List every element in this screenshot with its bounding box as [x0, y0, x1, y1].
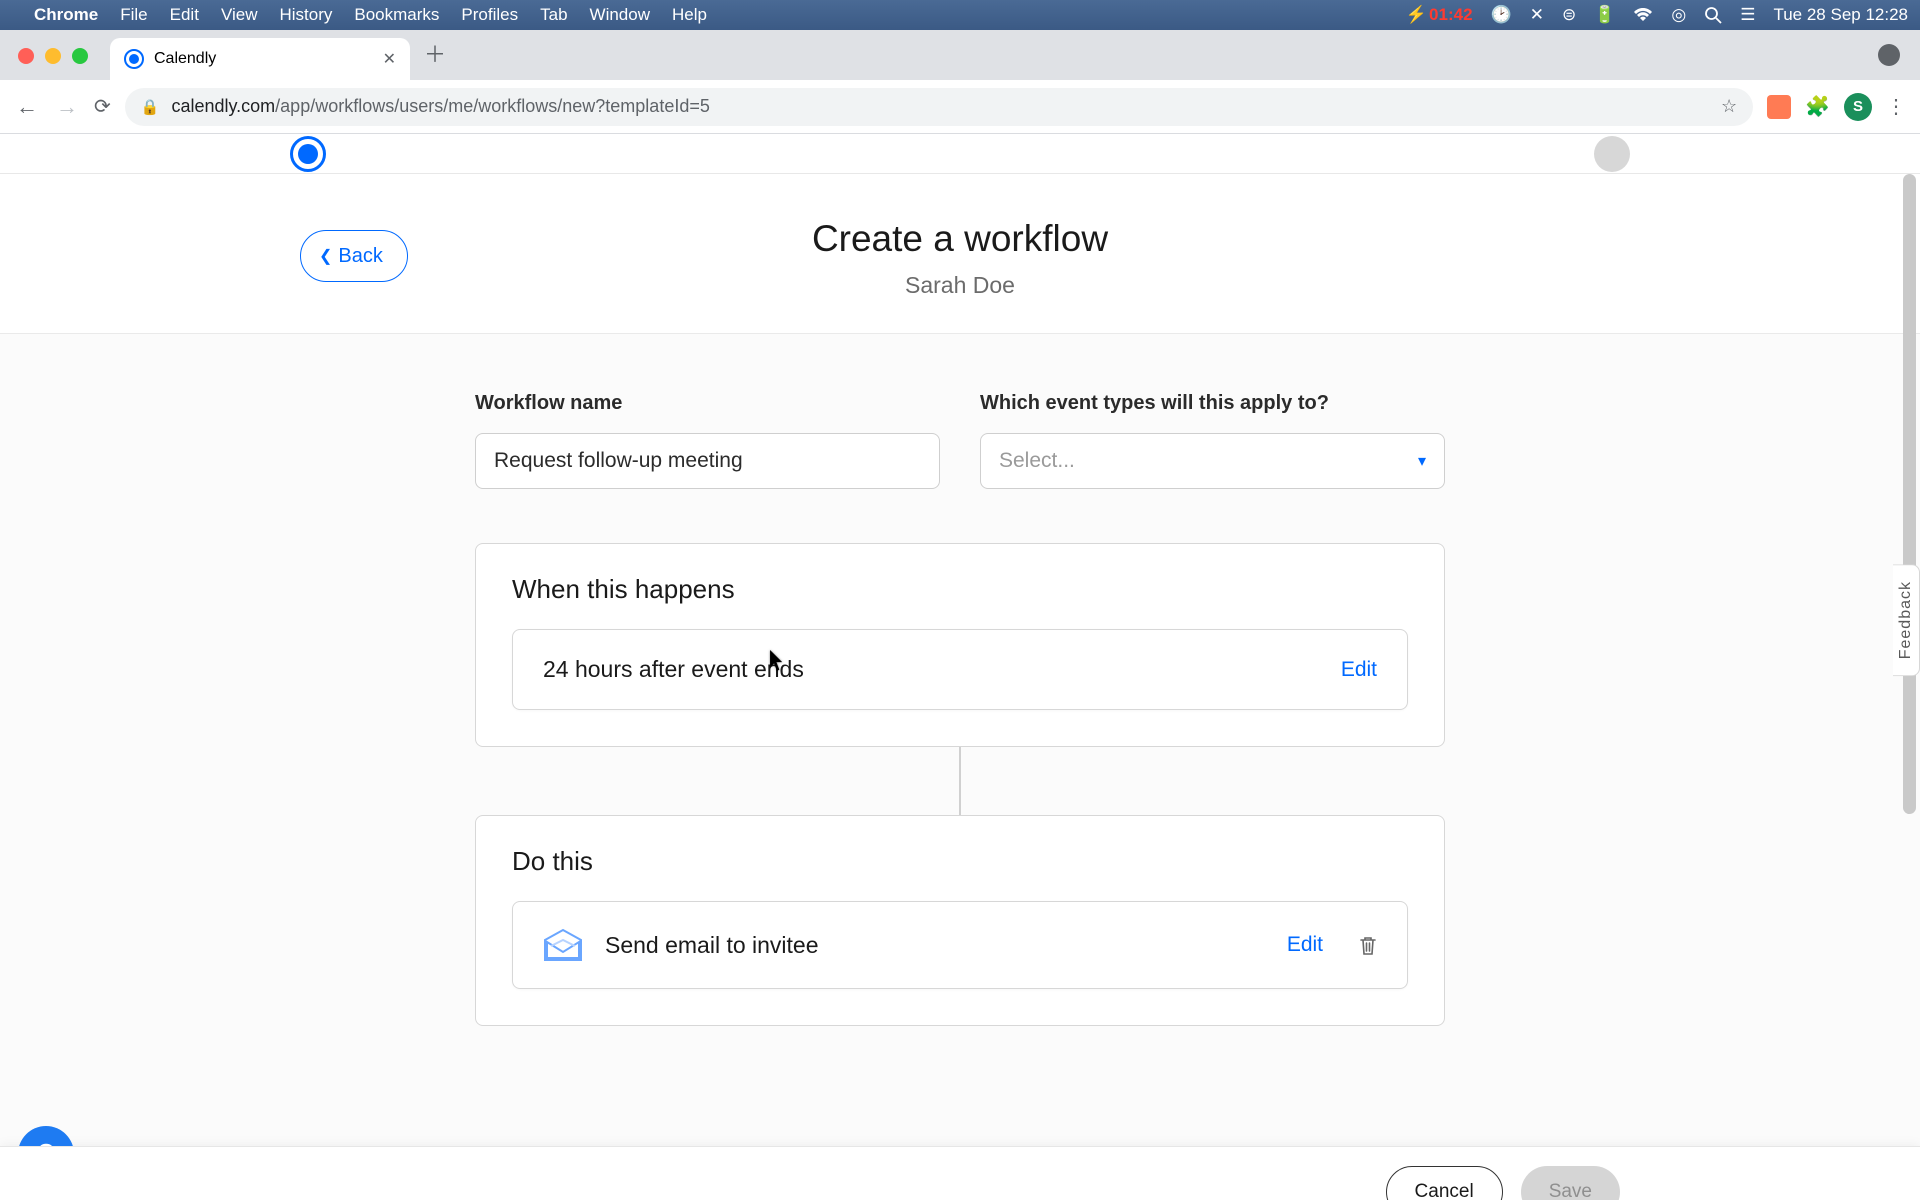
menu-help[interactable]: Help	[672, 5, 707, 25]
select-placeholder: Select...	[999, 449, 1075, 473]
browser-tabstrip: Calendly ✕ ＋	[0, 30, 1920, 80]
menu-window[interactable]: Window	[590, 5, 650, 25]
footer-action-bar: Cancel Save	[0, 1146, 1920, 1200]
action-edit-button[interactable]: Edit	[1287, 933, 1323, 957]
page-header: ❮ Back Create a workflow Sarah Doe	[0, 174, 1920, 334]
back-button[interactable]: ❮ Back	[300, 230, 408, 282]
status-icon[interactable]: ⊜	[1562, 5, 1576, 25]
nav-forward-button[interactable]: →	[54, 94, 80, 120]
scrollbar-thumb[interactable]	[1903, 174, 1916, 814]
action-heading: Do this	[512, 846, 1408, 877]
workflow-name-label: Workflow name	[475, 392, 940, 415]
reload-button[interactable]: ⟳	[94, 94, 111, 119]
save-button[interactable]: Save	[1521, 1166, 1620, 1200]
menu-bookmarks[interactable]: Bookmarks	[354, 5, 439, 25]
page-title: Create a workflow	[0, 218, 1920, 260]
account-avatar[interactable]	[1594, 136, 1630, 172]
menu-file[interactable]: File	[120, 5, 147, 25]
owner-name: Sarah Doe	[0, 272, 1920, 299]
calendly-logo-icon[interactable]	[290, 136, 326, 172]
chevron-down-icon: ▾	[1418, 451, 1426, 471]
trigger-description: 24 hours after event ends	[543, 656, 1319, 683]
wifi-icon[interactable]	[1633, 8, 1653, 22]
action-card: Do this Send email to invitee Edit	[475, 815, 1445, 1026]
clock[interactable]: Tue 28 Sep 12:28	[1773, 5, 1908, 25]
tab-favicon-icon	[124, 49, 144, 69]
new-tab-button[interactable]: ＋	[424, 37, 446, 73]
trigger-heading: When this happens	[512, 574, 1408, 605]
browser-tab[interactable]: Calendly ✕	[110, 38, 410, 80]
spotlight-icon[interactable]	[1704, 6, 1722, 24]
window-minimize-button[interactable]	[45, 48, 61, 64]
macos-menubar: Chrome File Edit View History Bookmarks …	[0, 0, 1920, 30]
delete-action-button[interactable]	[1359, 935, 1377, 955]
menu-app[interactable]: Chrome	[34, 5, 98, 25]
action-row: Send email to invitee Edit	[512, 901, 1408, 989]
status-icon[interactable]: 🕑	[1491, 5, 1512, 25]
cancel-button[interactable]: Cancel	[1386, 1166, 1503, 1200]
workflow-canvas: Workflow name Which event types will thi…	[0, 334, 1920, 1146]
user-icon[interactable]: ◎	[1671, 5, 1686, 25]
status-icon[interactable]: ✕	[1530, 5, 1544, 25]
nav-back-button[interactable]: ←	[14, 94, 40, 120]
trigger-row: 24 hours after event ends Edit	[512, 629, 1408, 710]
email-icon	[543, 928, 583, 962]
feedback-tab[interactable]: Feedback	[1893, 564, 1920, 676]
menu-tab[interactable]: Tab	[540, 5, 567, 25]
chrome-menu-button[interactable]: ⋮	[1886, 94, 1906, 119]
bookmark-star-icon[interactable]: ☆	[1721, 96, 1737, 117]
workflow-name-input[interactable]	[475, 433, 940, 489]
extension-icon[interactable]	[1767, 95, 1791, 119]
menu-history[interactable]: History	[279, 5, 332, 25]
control-center-icon[interactable]: ☰	[1740, 5, 1755, 25]
tab-close-button[interactable]: ✕	[383, 49, 396, 69]
tab-overflow-icon[interactable]	[1878, 44, 1900, 66]
address-bar[interactable]: 🔒 calendly.com/app/workflows/users/me/wo…	[125, 88, 1753, 126]
battery-icon[interactable]: 🔋	[1594, 5, 1615, 25]
profile-avatar[interactable]: S	[1844, 93, 1872, 121]
window-maximize-button[interactable]	[72, 48, 88, 64]
action-description: Send email to invitee	[605, 932, 1265, 959]
chevron-left-icon: ❮	[319, 246, 332, 266]
url-text: calendly.com/app/workflows/users/me/work…	[171, 96, 709, 117]
connector-line	[959, 747, 961, 815]
back-label: Back	[338, 245, 382, 268]
app-viewport: ❮ Back Create a workflow Sarah Doe Workf…	[0, 134, 1920, 1146]
battery-status-icon[interactable]: ⚡01:42	[1406, 5, 1473, 25]
lock-icon: 🔒	[141, 98, 160, 116]
browser-toolbar: ← → ⟳ 🔒 calendly.com/app/workflows/users…	[0, 80, 1920, 134]
event-types-label: Which event types will this apply to?	[980, 392, 1445, 415]
menu-edit[interactable]: Edit	[170, 5, 199, 25]
tab-title: Calendly	[154, 50, 216, 68]
menu-view[interactable]: View	[221, 5, 258, 25]
app-topbar	[0, 134, 1920, 174]
menu-profiles[interactable]: Profiles	[461, 5, 518, 25]
trigger-card: When this happens 24 hours after event e…	[475, 543, 1445, 747]
extensions-button[interactable]: 🧩	[1805, 94, 1830, 119]
window-close-button[interactable]	[18, 48, 34, 64]
window-controls	[18, 48, 88, 64]
event-types-select[interactable]: Select... ▾	[980, 433, 1445, 489]
trigger-edit-button[interactable]: Edit	[1341, 658, 1377, 682]
